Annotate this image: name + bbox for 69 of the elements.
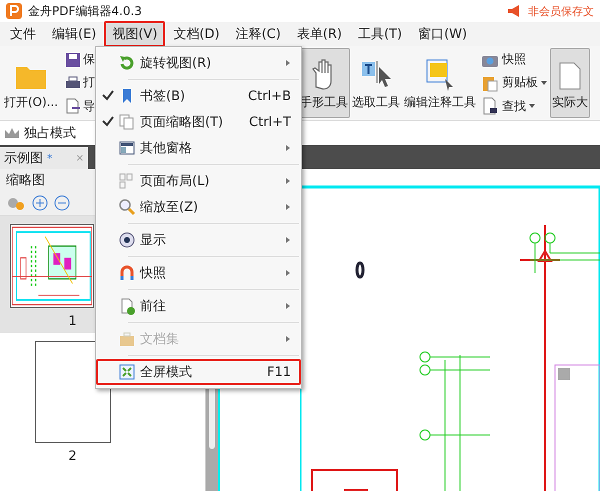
check-icon [102, 114, 114, 126]
zoom-icon [118, 198, 136, 216]
shortcut-label: Ctrl+T [249, 114, 291, 130]
shortcut-label: F11 [266, 364, 291, 380]
fullscreen-icon [118, 363, 136, 381]
submenu-arrow-icon [285, 302, 291, 310]
menu-item-label: 其他窗格 [140, 140, 193, 157]
file-button[interactable]: 导 [65, 98, 95, 115]
submenu-arrow-icon [285, 59, 291, 67]
menu-item-label: 页面缩略图(T) [140, 114, 224, 131]
app-logo-icon [6, 3, 22, 19]
zoom-in-icon [32, 195, 48, 211]
menu-title[interactable]: 文件 [2, 21, 44, 47]
actual-size-button[interactable]: 实际大 [550, 48, 590, 118]
menu-title[interactable]: 视图(V) [104, 21, 166, 47]
member-notice[interactable]: 非会员保存文 [528, 4, 594, 18]
panes-icon [118, 139, 136, 157]
submenu-arrow-icon [285, 203, 291, 211]
printer-icon [65, 74, 81, 91]
toolbar-button[interactable]: 剪贴板 [481, 74, 547, 92]
submenu-arrow-icon [285, 269, 291, 277]
page-number: 2 [68, 449, 77, 464]
menu-item[interactable]: 旋转视图(R) [96, 50, 301, 76]
tool-button[interactable]: 选取工具 [350, 48, 402, 118]
menu-item[interactable]: 全屏模式 F11 [96, 359, 301, 385]
check-icon [102, 88, 114, 100]
caret-icon [541, 80, 547, 85]
export-icon [65, 98, 81, 114]
pages-icon [118, 113, 136, 131]
tool-button[interactable]: 编辑注释工具 [402, 48, 478, 118]
zoom-out-icon [54, 195, 70, 211]
caret-icon [529, 104, 535, 108]
document-tab[interactable]: 示例图 * × [0, 147, 88, 169]
megaphone-icon [506, 3, 522, 19]
save-icon [65, 52, 81, 68]
toolbar-button[interactable]: 查找 [481, 97, 547, 116]
find-icon [481, 97, 499, 116]
crown-icon [4, 126, 20, 140]
shortcut-label: Ctrl+B [248, 88, 291, 104]
menu-item[interactable]: 页面缩略图(T) Ctrl+T [96, 109, 301, 135]
rotate-icon [118, 54, 136, 72]
exclusive-mode-label[interactable]: 独占模式 [24, 124, 76, 142]
menu-item-label: 书签(B) [140, 88, 186, 105]
file-button[interactable]: 保 [65, 51, 95, 68]
settings-icon [6, 195, 26, 211]
menu-title[interactable]: 编辑(E) [44, 21, 104, 47]
eye-icon [118, 231, 136, 249]
menu-title[interactable]: 注释(C) [228, 21, 289, 47]
file-button[interactable]: 打 [65, 74, 95, 92]
magnet-icon [118, 264, 136, 282]
submenu-arrow-icon [285, 177, 291, 185]
page-number: 1 [68, 314, 77, 329]
submenu-arrow-icon [285, 144, 291, 152]
menu-title[interactable]: 表单(R) [288, 21, 350, 47]
submenu-arrow-icon [285, 335, 291, 343]
menu-title[interactable]: 工具(T) [350, 21, 410, 47]
menu-item-label: 缩放至(Z) [140, 199, 200, 216]
menu-item-label: 旋转视图(R) [140, 55, 212, 72]
toolbar-button[interactable]: 快照 [481, 50, 547, 69]
menu-title[interactable]: 文档(D) [165, 21, 228, 47]
modified-mark: * [47, 152, 52, 164]
document-icon [558, 61, 582, 91]
menu-title[interactable]: 窗口(W) [410, 21, 476, 47]
open-button[interactable]: 打开(O)... [0, 48, 62, 118]
submenu-arrow-icon [285, 236, 291, 244]
briefcase-icon [118, 330, 136, 348]
menu-item[interactable]: 书签(B) Ctrl+B [96, 83, 301, 109]
menu-item[interactable]: 其他窗格 [96, 135, 301, 161]
window-title: 金舟PDF编辑器4.0.3 [28, 2, 143, 20]
